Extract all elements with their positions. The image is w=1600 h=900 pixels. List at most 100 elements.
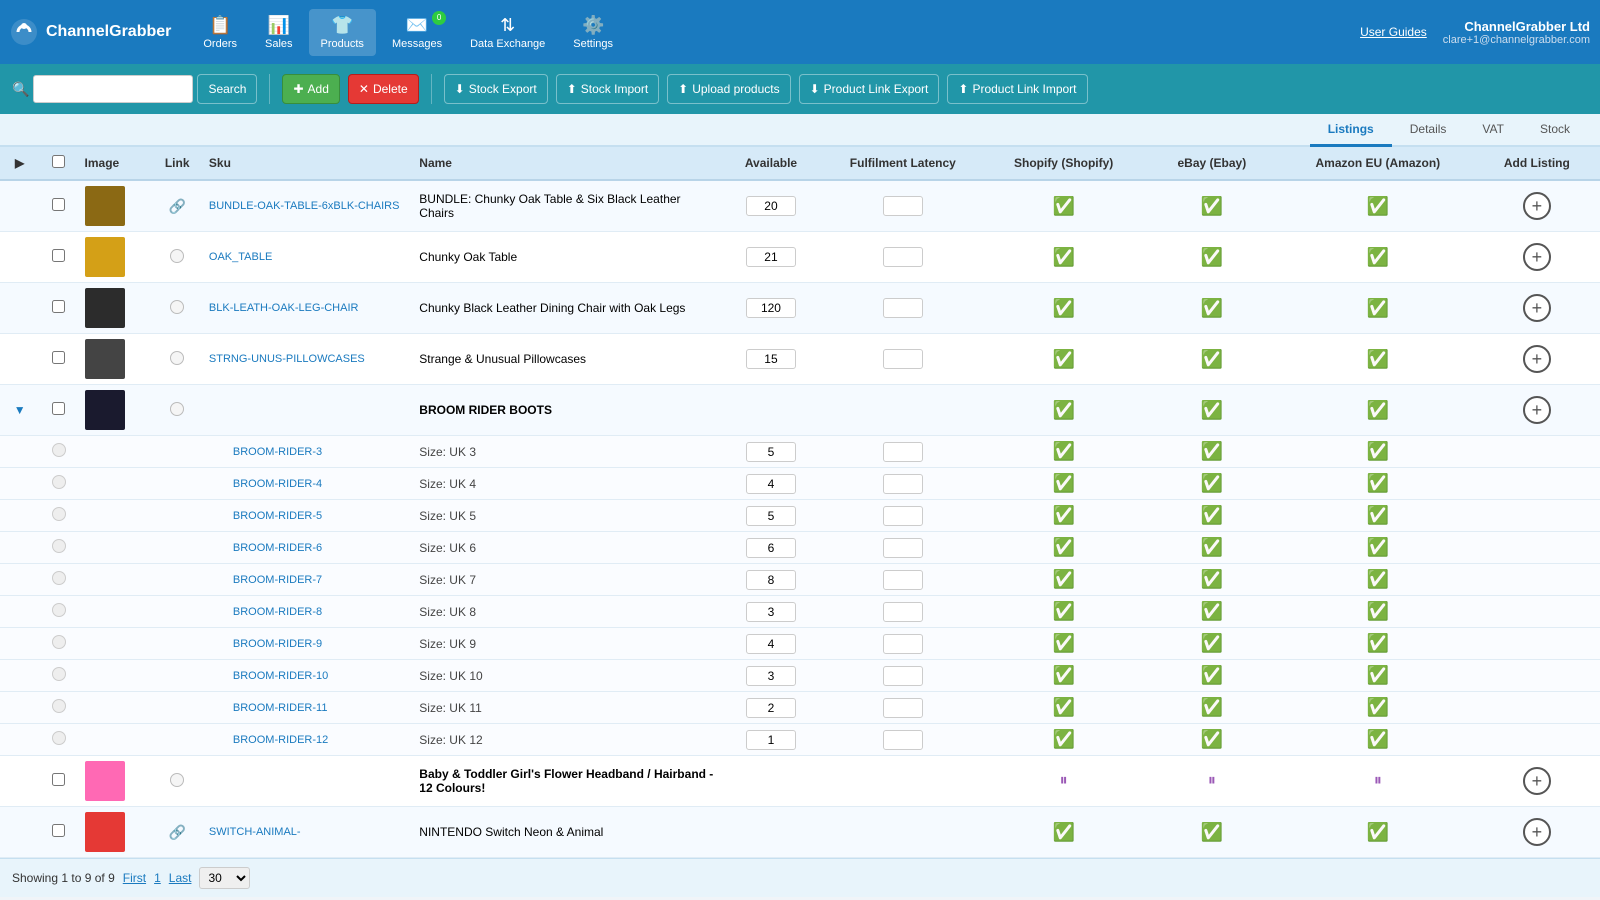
search-button[interactable]: Search: [197, 74, 257, 104]
fulfilment-input[interactable]: [883, 247, 923, 267]
row-ebay: ✅: [1142, 724, 1282, 756]
row-sku: [203, 756, 413, 807]
user-guides-link[interactable]: User Guides: [1360, 25, 1427, 39]
row-amazon: ✅: [1282, 724, 1474, 756]
fulfilment-input[interactable]: [883, 538, 923, 558]
nav-item-data-exchange[interactable]: ⇅ Data Exchange: [458, 9, 557, 56]
nav-item-orders[interactable]: 📋 Orders: [191, 9, 249, 56]
pagination-page[interactable]: 1: [154, 871, 161, 885]
product-thumbnail: [85, 186, 125, 226]
fulfilment-input[interactable]: [883, 730, 923, 750]
header-name: Name: [413, 147, 722, 180]
fulfilment-input[interactable]: [883, 442, 923, 462]
shopify-check-icon: ✅: [1052, 247, 1074, 267]
stock-export-button[interactable]: ⬇ Stock Export: [444, 74, 548, 104]
expand-all-icon[interactable]: ▶: [15, 156, 24, 170]
row-link-cell: [151, 232, 202, 283]
fulfilment-input[interactable]: [883, 474, 923, 494]
row-amazon: ✅: [1282, 436, 1474, 468]
fulfilment-input[interactable]: [883, 570, 923, 590]
fulfilment-input[interactable]: [883, 349, 923, 369]
amazon-check-icon: ✅: [1367, 537, 1389, 557]
available-input[interactable]: [746, 247, 796, 267]
available-input[interactable]: [746, 634, 796, 654]
nav-label-sales: Sales: [265, 38, 293, 50]
row-checkbox[interactable]: [52, 351, 65, 364]
tab-stock[interactable]: Stock: [1522, 114, 1588, 147]
row-checkbox[interactable]: [52, 198, 65, 211]
fulfilment-input[interactable]: [883, 698, 923, 718]
row-checkbox[interactable]: [52, 249, 65, 262]
tab-details[interactable]: Details: [1392, 114, 1465, 147]
add-listing-button[interactable]: +: [1523, 767, 1551, 795]
nav-item-settings[interactable]: ⚙️ Settings: [561, 9, 625, 56]
available-input[interactable]: [746, 196, 796, 216]
add-listing-button[interactable]: +: [1523, 294, 1551, 322]
row-checkbox[interactable]: [52, 824, 65, 837]
fulfilment-input[interactable]: [883, 666, 923, 686]
row-checkbox[interactable]: [52, 402, 65, 415]
fulfilment-input[interactable]: [883, 506, 923, 526]
row-ebay: ✅: [1142, 283, 1282, 334]
row-link-cell: 🔗: [151, 180, 202, 232]
add-button[interactable]: ✚ Add: [282, 74, 339, 104]
available-input[interactable]: [746, 349, 796, 369]
table-row: BROOM-RIDER-9 Size: UK 9 ✅ ✅ ✅: [0, 628, 1600, 660]
available-input[interactable]: [746, 474, 796, 494]
header-sku: Sku: [203, 147, 413, 180]
amazon-check-icon: ✅: [1367, 473, 1389, 493]
fulfilment-input[interactable]: [883, 298, 923, 318]
add-listing-button[interactable]: +: [1523, 345, 1551, 373]
link-icon[interactable]: 🔗: [168, 824, 185, 840]
nav-item-sales[interactable]: 📊 Sales: [253, 9, 305, 56]
select-all-checkbox[interactable]: [52, 155, 65, 168]
product-link-import-button[interactable]: ⬆ Product Link Import: [947, 74, 1087, 104]
available-input[interactable]: [746, 666, 796, 686]
add-listing-button[interactable]: +: [1523, 818, 1551, 846]
fulfilment-input[interactable]: [883, 196, 923, 216]
fulfilment-input[interactable]: [883, 602, 923, 622]
available-input[interactable]: [746, 730, 796, 750]
available-input[interactable]: [746, 538, 796, 558]
table-row: ▶ Baby & Toddler Girl's Flower Headband …: [0, 756, 1600, 807]
collapse-icon[interactable]: ▼: [14, 403, 26, 417]
stock-import-button[interactable]: ⬆ Stock Import: [556, 74, 659, 104]
pagination-last[interactable]: Last: [169, 871, 192, 885]
row-image-cell: [79, 692, 152, 724]
available-input[interactable]: [746, 298, 796, 318]
delete-button[interactable]: ✕ Delete: [348, 74, 419, 104]
logo[interactable]: ChannelGrabber: [10, 18, 171, 46]
available-input[interactable]: [746, 698, 796, 718]
row-link-cell: [151, 596, 202, 628]
product-link-import-icon: ⬆: [958, 82, 968, 96]
add-listing-button[interactable]: +: [1523, 192, 1551, 220]
row-sku: BROOM-RIDER-12: [203, 724, 413, 756]
search-input[interactable]: [33, 75, 193, 103]
tab-listings[interactable]: Listings: [1310, 114, 1392, 147]
tab-vat[interactable]: VAT: [1464, 114, 1522, 147]
nav-item-products[interactable]: 👕 Products: [309, 9, 376, 56]
row-sku: BUNDLE-OAK-TABLE-6xBLK-CHAIRS: [203, 180, 413, 232]
row-checkbox[interactable]: [52, 300, 65, 313]
nav-item-messages[interactable]: ✉️ 0 Messages: [380, 9, 454, 56]
available-input[interactable]: [746, 442, 796, 462]
link-icon[interactable]: 🔗: [168, 198, 185, 214]
table-row: BROOM-RIDER-5 Size: UK 5 ✅ ✅ ✅: [0, 500, 1600, 532]
add-listing-button[interactable]: +: [1523, 243, 1551, 271]
row-checkbox[interactable]: [52, 773, 65, 786]
available-input[interactable]: [746, 602, 796, 622]
row-circle-indicator: [52, 475, 66, 489]
available-input[interactable]: [746, 506, 796, 526]
row-add-listing: [1474, 436, 1600, 468]
available-input[interactable]: [746, 570, 796, 590]
products-icon: 👕: [331, 15, 353, 36]
fulfilment-input[interactable]: [883, 634, 923, 654]
product-link-export-button[interactable]: ⬇ Product Link Export: [799, 74, 940, 104]
pagination-first[interactable]: First: [123, 871, 146, 885]
upload-products-button[interactable]: ⬆ Upload products: [667, 74, 790, 104]
per-page-select[interactable]: 30 50 100: [199, 867, 250, 889]
no-link-indicator: [170, 249, 184, 263]
add-listing-button[interactable]: +: [1523, 396, 1551, 424]
row-image-cell: [79, 724, 152, 756]
row-fulfilment: [820, 564, 986, 596]
